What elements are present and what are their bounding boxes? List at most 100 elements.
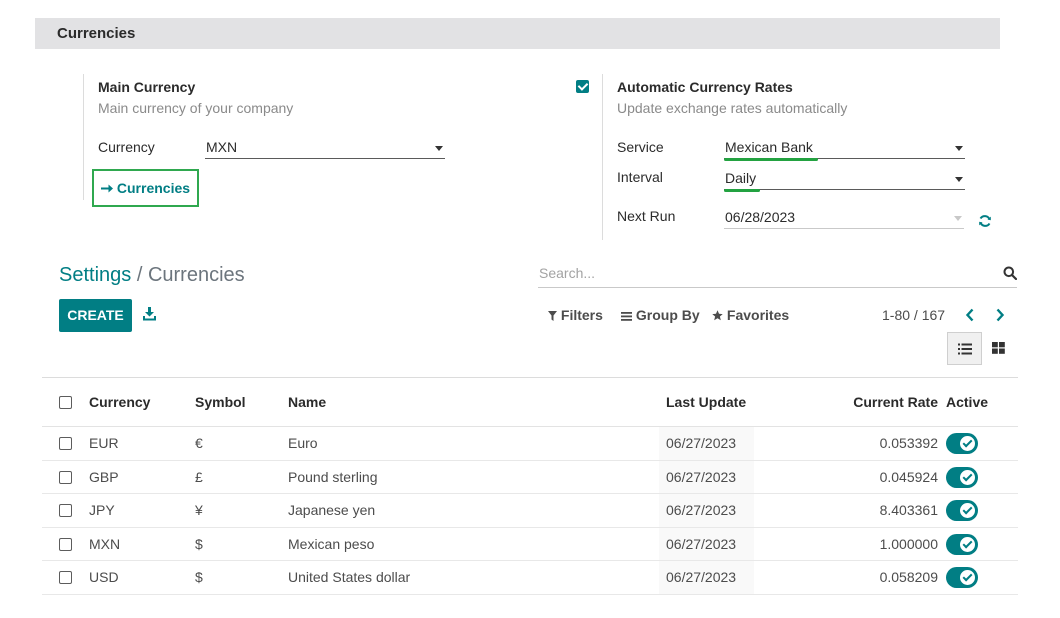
cell-last-update: 06/27/2023 (666, 569, 737, 585)
active-toggle[interactable] (946, 466, 978, 488)
column-last-update[interactable]: Last Update (666, 394, 746, 410)
cell-symbol: $ (195, 535, 203, 552)
favorites-label: Favorites (726, 307, 790, 323)
group-by-label: Group By (635, 307, 700, 323)
currency-label: Currency (98, 139, 155, 155)
cell-last-update: 06/27/2023 (666, 468, 737, 485)
cell-currency: USD (89, 569, 119, 585)
refresh-icon[interactable] (978, 214, 992, 228)
cell-last-update: 06/27/2023 (666, 502, 737, 518)
cell-current-rate: 0.053392 (879, 435, 938, 451)
arrow-right-icon (101, 184, 113, 193)
download-icon[interactable] (143, 307, 156, 321)
chevron-down-icon (435, 146, 443, 151)
section-header: Currencies (35, 18, 1000, 49)
currencies-table: Currency Symbol Name Last Update Current… (42, 377, 1018, 595)
create-button[interactable]: CREATE (59, 299, 132, 332)
bars-icon (621, 312, 632, 321)
column-name[interactable]: Name (288, 394, 326, 410)
chevron-down-icon (954, 216, 962, 221)
list-view-button[interactable] (947, 332, 982, 365)
check-icon (960, 469, 975, 485)
table-row[interactable]: JPY ¥ Japanese yen 06/27/2023 8.403361 (42, 494, 1018, 528)
filter-icon (548, 311, 557, 321)
currency-select-value: MXN (206, 139, 238, 155)
cell-currency: EUR (89, 435, 119, 451)
star-icon (712, 310, 723, 321)
currency-select[interactable]: MXN (205, 137, 445, 159)
row-checkbox[interactable] (59, 504, 72, 517)
grid-icon (992, 342, 1005, 354)
service-highlight (724, 158, 818, 161)
cell-symbol: € (195, 435, 203, 451)
table-row[interactable]: EUR € Euro 06/27/2023 0.053392 (42, 427, 1018, 461)
service-select-value: Mexican Bank (725, 139, 813, 155)
active-toggle[interactable] (946, 500, 978, 521)
table-row[interactable]: GBP £ Pound sterling 06/27/2023 0.045924 (42, 460, 1018, 494)
favorites-button[interactable]: Favorites (712, 307, 789, 323)
kanban-view-button[interactable] (981, 332, 1016, 365)
table-header: Currency Symbol Name Last Update Current… (42, 378, 1018, 427)
cell-name: Euro (288, 435, 318, 451)
next-run-label: Next Run (617, 208, 676, 224)
row-checkbox[interactable] (59, 571, 72, 584)
pager-value[interactable]: 1-80 / 167 (882, 307, 945, 323)
breadcrumb-current: Currencies (147, 264, 245, 286)
cell-current-rate: 1.000000 (879, 535, 938, 552)
list-icon (958, 343, 972, 355)
chevron-right-icon[interactable] (993, 306, 1007, 324)
auto-rates-checkbox[interactable] (576, 80, 589, 93)
active-toggle[interactable] (946, 567, 978, 588)
column-active[interactable]: Active (946, 394, 988, 410)
cell-currency: JPY (89, 502, 115, 518)
breadcrumb-settings[interactable]: Settings (59, 264, 131, 286)
check-icon (960, 570, 975, 585)
interval-label: Interval (617, 169, 663, 185)
cell-current-rate: 0.045924 (879, 468, 938, 485)
filters-button[interactable]: Filters (548, 307, 603, 323)
chevron-down-icon (955, 177, 963, 182)
currencies-link-label: Currencies (116, 180, 191, 196)
service-select[interactable]: Mexican Bank (724, 137, 965, 161)
cell-symbol: $ (195, 569, 203, 585)
breadcrumb-separator: / (131, 264, 148, 286)
search-icon[interactable] (1003, 266, 1017, 280)
interval-select-value: Daily (725, 170, 757, 186)
cell-name: Mexican peso (288, 535, 375, 552)
cell-currency: GBP (89, 468, 119, 485)
active-toggle[interactable] (946, 433, 978, 454)
column-current-rate[interactable]: Current Rate (832, 394, 938, 410)
row-checkbox[interactable] (59, 537, 72, 551)
column-currency[interactable]: Currency (89, 394, 150, 410)
group-by-button[interactable]: Group By (621, 307, 700, 323)
cell-last-update: 06/27/2023 (666, 435, 737, 451)
interval-select[interactable]: Daily (724, 168, 965, 192)
cell-symbol: £ (195, 468, 203, 485)
breadcrumb: Settings / Currencies (59, 264, 245, 287)
column-symbol[interactable]: Symbol (195, 394, 246, 410)
auto-rates-subtitle: Update exchange rates automatically (617, 100, 848, 116)
section-title: Currencies (57, 25, 136, 42)
cell-name: Pound sterling (288, 468, 378, 485)
cell-last-update: 06/27/2023 (666, 535, 737, 552)
auto-rates-setting: Automatic Currency Rates Update exchange… (602, 74, 1022, 240)
search-placeholder: Search... (539, 265, 596, 281)
next-run-field[interactable]: 06/28/2023 (724, 207, 964, 229)
interval-highlight (724, 189, 760, 192)
table-row[interactable]: MXN $ Mexican peso 06/27/2023 1.000000 (42, 527, 1018, 561)
search-input[interactable]: Search... (538, 262, 1017, 288)
main-currency-subtitle: Main currency of your company (98, 100, 294, 116)
cell-current-rate: 0.058209 (879, 569, 938, 585)
select-all-checkbox[interactable] (59, 396, 72, 409)
currencies-link[interactable]: Currencies (92, 169, 199, 207)
table-row[interactable]: USD $ United States dollar 06/27/2023 0.… (42, 561, 1018, 595)
cell-name: United States dollar (288, 569, 411, 585)
auto-rates-title: Automatic Currency Rates (617, 79, 793, 95)
row-checkbox[interactable] (59, 437, 72, 450)
check-icon (960, 503, 975, 518)
next-run-value: 06/28/2023 (725, 209, 796, 225)
active-toggle[interactable] (946, 533, 978, 555)
chevron-left-icon[interactable] (963, 306, 977, 324)
row-checkbox[interactable] (59, 470, 72, 484)
chevron-down-icon (955, 146, 963, 151)
